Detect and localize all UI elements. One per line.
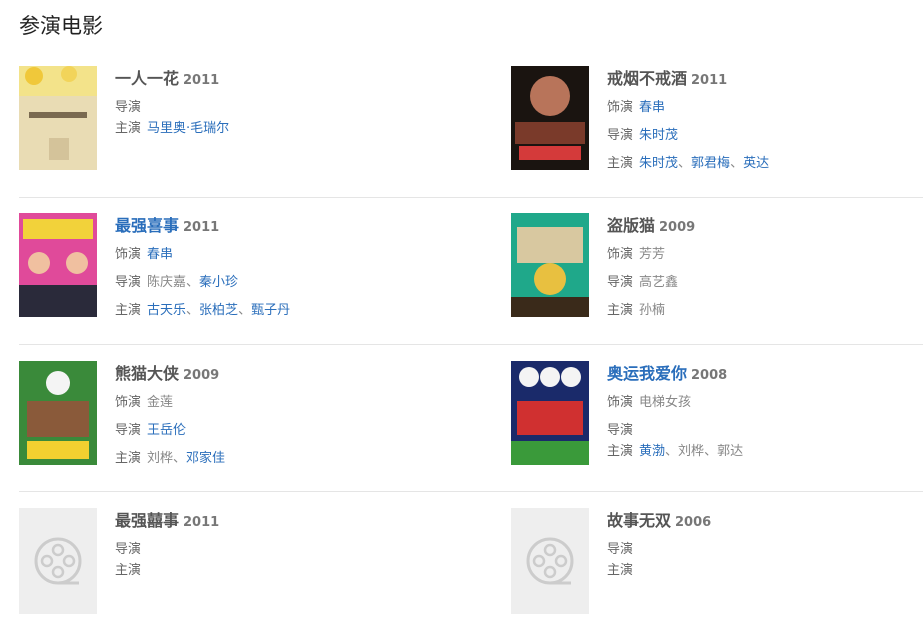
role-label: 饰演 [115,247,142,262]
separator: 、 [238,303,252,318]
film-poster-3[interactable] [19,213,97,317]
role-name: 金莲 [147,395,174,410]
film-year-1: 2011 [183,73,220,88]
cast-name: 孙楠 [639,303,666,318]
cast-label: 主演 [607,156,634,171]
role-name: 电梯女孩 [639,395,692,410]
film-poster-placeholder[interactable] [19,508,97,614]
row-divider [19,491,923,492]
cast-label: 主演 [115,121,142,136]
film-title-1: 一人一花 [115,69,180,88]
cast-name: 刘桦 [678,444,705,459]
cast-link[interactable]: 邓家佳 [186,451,225,466]
cast-link[interactable]: 马里奥·毛瑞尔 [147,121,229,136]
director-label: 导演 [607,275,634,290]
role-label: 饰演 [115,395,142,410]
cast-label: 主演 [607,303,634,318]
film-poster-5[interactable] [19,361,97,465]
role-name: 芳芳 [639,247,666,262]
film-poster-2[interactable] [511,66,589,170]
director-label: 导演 [607,542,634,557]
cast-link[interactable]: 朱时茂 [639,156,678,171]
film-year-2: 2011 [691,73,728,88]
role-label: 饰演 [607,395,634,410]
cast-name: 郭达 [717,444,744,459]
director-name: 陈庆嘉 [147,275,187,290]
director-label: 导演 [607,128,634,143]
cast-link[interactable]: 甄子丹 [251,303,290,318]
director-label: 导演 [115,100,142,115]
director-name: 高艺鑫 [639,275,679,290]
separator: 、 [730,156,744,171]
cast-link[interactable]: 古天乐 [147,303,186,318]
film-title-3[interactable]: 最强喜事 [115,216,179,235]
film-year-5: 2009 [183,368,220,383]
role-label: 饰演 [607,247,634,262]
cast-label: 主演 [115,451,142,466]
director-label: 导演 [115,542,142,557]
director-link[interactable]: 王岳伦 [147,423,186,438]
film-reel-icon [511,508,589,614]
director-link[interactable]: 朱时茂 [639,128,678,143]
film-year-6: 2008 [691,368,728,383]
role-link[interactable]: 春串 [147,247,173,262]
film-title-8: 故事无双 [607,511,672,530]
separator: 、 [665,444,679,459]
film-title-6[interactable]: 奥运我爱你 [607,364,687,383]
film-year-8: 2006 [675,515,712,530]
film-reel-icon [19,508,97,614]
separator: 、 [186,275,200,290]
separator: 、 [186,303,200,318]
separator: 、 [678,156,692,171]
film-title-7: 最强囍事 [115,511,180,530]
cast-label: 主演 [607,444,634,459]
film-poster-placeholder[interactable] [511,508,589,614]
cast-label: 主演 [115,303,142,318]
film-year-4: 2009 [659,220,696,235]
film-title-2: 戒烟不戒酒 [607,69,688,88]
cast-label: 主演 [115,563,142,578]
cast-link[interactable]: 英达 [743,156,769,171]
row-divider [19,344,923,345]
film-year-7: 2011 [183,515,220,530]
role-link[interactable]: 春串 [639,100,665,115]
film-year-3: 2011 [183,220,220,235]
director-label: 导演 [115,275,142,290]
separator: 、 [173,451,187,466]
film-poster-6[interactable] [511,361,589,465]
role-label: 饰演 [607,100,634,115]
film-title-5: 熊猫大侠 [115,364,180,383]
director-label: 导演 [607,423,634,438]
cast-link[interactable]: 张柏芝 [199,303,238,318]
director-link[interactable]: 秦小珍 [199,275,238,290]
film-title-4: 盗版猫 [607,216,656,235]
cast-name: 刘桦 [147,451,174,466]
cast-label: 主演 [607,563,634,578]
section-title: 参演电影 [19,14,103,38]
separator: 、 [704,444,718,459]
director-label: 导演 [115,423,142,438]
row-divider [19,197,923,198]
film-poster-1[interactable] [19,66,97,170]
cast-link[interactable]: 郭君梅 [691,156,730,171]
film-poster-4[interactable] [511,213,589,317]
cast-link[interactable]: 黄渤 [639,444,665,459]
